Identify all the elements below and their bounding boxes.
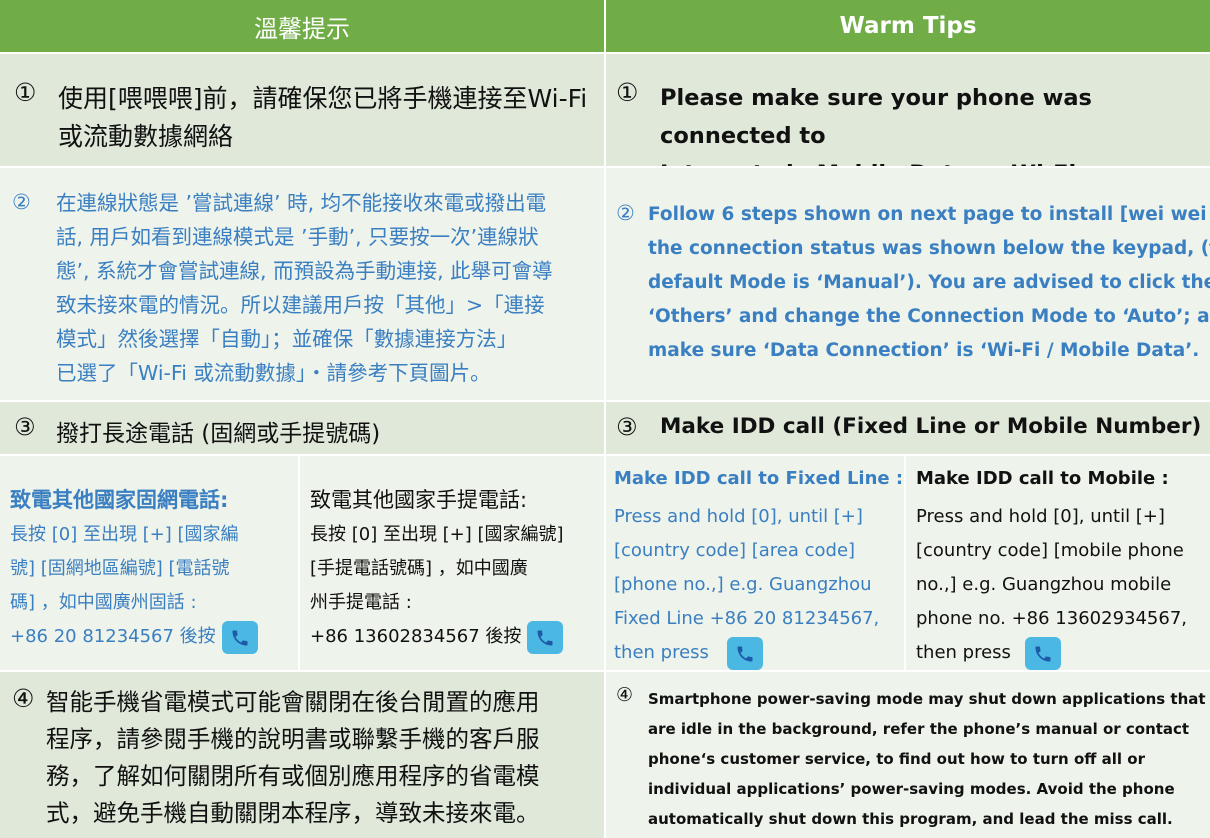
tip2-en-line: default Mode is ‘Manual’). You are advis… [648, 272, 1210, 293]
tip3-zh-title: 撥打長途電話 (固網或手提號碼) [56, 421, 381, 447]
tip1-en-line2: Internet via Mobile Data or Wi-Fi [660, 155, 1208, 166]
tip3-en-fixed-last: then press [614, 642, 709, 663]
header-en: Warm Tips [606, 0, 1210, 52]
tip3-en-fixed-line: Fixed Line +86 20 81234567, [614, 608, 880, 629]
tip2-zh-line: 模式」然後選擇「自動」；並確保「數據連接方法」 [56, 327, 518, 351]
tip2-zh-line: 話, 用戶如看到連線模式是 ’手動’, 只要按一次’連線狀 [56, 225, 539, 249]
tip3-en-title-cell: ③ Make IDD call (Fixed Line or Mobile Nu… [606, 402, 1210, 454]
tip3-zh-mobile-line: 長按 [0] 至出現 [+] [國家編號] [310, 524, 564, 545]
tip4-en-line: are idle in the background, refer the ph… [648, 720, 1190, 738]
phone-call-icon [1024, 636, 1061, 670]
tip4-en-line: Smartphone power-saving mode may shut do… [648, 690, 1206, 708]
phone-call-icon [527, 620, 564, 654]
tip2-en-number: ② [616, 201, 635, 225]
tip3-zh-mobile-line: 州手提電話 : [310, 592, 412, 613]
tip2-en: ② Follow 6 steps shown on next page to i… [606, 168, 1210, 400]
tip3-en-mobile-title: Make IDD call to Mobile : [916, 468, 1169, 489]
tip4-zh-number: ④ [12, 684, 35, 713]
tip4-en: ④ Smartphone power-saving mode may shut … [606, 672, 1210, 838]
tip3-en-mobile-line: [country code] [mobile phone [916, 540, 1184, 561]
tip3-en-fixed: Make IDD call to Fixed Line : Press and … [606, 456, 904, 670]
tip1-zh-line2: 或流動數據網絡 [58, 122, 234, 151]
tip3-en-fixed-line: [country code] [area code] [614, 540, 856, 561]
tip2-zh-line: 在連線狀態是 ’嘗試連線’ 時, 均不能接收來電或撥出電 [56, 191, 547, 215]
warm-tips-table: 溫馨提示 Warm Tips ① 使用[喂喂喂]前，請確保您已將手機連接至Wi-… [0, 0, 1210, 838]
header-zh: 溫馨提示 [0, 0, 604, 52]
tip3-en-mobile-line: Press and hold [0], until [+] [916, 506, 1165, 527]
tip1-zh-number: ① [14, 78, 37, 107]
tip3-en-fixed-line: [phone no.,] e.g. Guangzhou [614, 574, 872, 595]
tip3-en-mobile-line: no.,] e.g. Guangzhou mobile [916, 574, 1172, 595]
tip3-zh-mobile-title: 致電其他國家手提電話: [310, 488, 528, 512]
tip3-zh-mobile: 致電其他國家手提電話: 長按 [0] 至出現 [+] [國家編號] [手提電話號… [300, 456, 604, 670]
tip2-zh-line: 致未接來電的情況。所以建議用戶按「其他」>「連接 [56, 293, 545, 317]
tip3-zh-fixed-title: 致電其他國家固網電話: [10, 488, 229, 512]
tip2-zh-line: 態’, 系統才會嘗試連線, 而預設為手動連接, 此舉可會導 [56, 259, 553, 283]
tip1-en-line1: Please make sure your phone was connecte… [660, 85, 1092, 149]
tip2-zh-line: 已選了「Wi-Fi 或流動數據」・請參考下頁圖片。 [56, 361, 491, 385]
tip3-en-fixed-line: Press and hold [0], until [+] [614, 506, 863, 527]
tip2-zh-number: ② [12, 190, 31, 214]
tip3-en-number: ③ [616, 413, 638, 441]
tip3-zh-fixed: 致電其他國家固網電話: 長按 [0] 至出現 [+] [國家編 號] [固網地區… [0, 456, 298, 670]
tip1-zh-line1: 使用[喂喂喂]前，請確保您已將手機連接至Wi-Fi [58, 84, 588, 113]
tip3-en-fixed-title: Make IDD call to Fixed Line : [614, 468, 904, 489]
tip4-zh-line: 務，了解如何關閉所有或個別應用程序的省電模 [46, 762, 540, 790]
tip4-en-number: ④ [616, 684, 634, 706]
tip2-en-line: make sure ‘Data Connection’ is ‘Wi-Fi / … [648, 340, 1200, 361]
tip1-zh: ① 使用[喂喂喂]前，請確保您已將手機連接至Wi-Fi 或流動數據網絡 [0, 54, 604, 166]
tip3-zh-title-cell: ③ 撥打長途電話 (固網或手提號碼) [0, 402, 604, 454]
tip3-zh-mobile-line: [手提電話號碼] ，如中國廣 [310, 558, 528, 579]
tip3-zh-number: ③ [14, 413, 36, 441]
tip2-en-line: ‘Others’ and change the Connection Mode … [648, 306, 1210, 327]
phone-call-icon [221, 620, 258, 654]
tip2-zh: ② 在連線狀態是 ’嘗試連線’ 時, 均不能接收來電或撥出電 話, 用戶如看到連… [0, 168, 604, 400]
tip4-zh: ④ 智能手機省電模式可能會關閉在後台閒置的應用 程序，請參閱手機的說明書或聯繫手… [0, 672, 604, 838]
tip4-en-line: phone‘s customer service, to find out ho… [648, 750, 1145, 768]
tip4-en-line: automatically shut down this program, an… [648, 810, 1173, 828]
tip3-zh-fixed-line: 長按 [0] 至出現 [+] [國家編 [10, 524, 239, 545]
tip2-en-line: Follow 6 steps shown on next page to ins… [648, 204, 1210, 225]
tip4-zh-line: 式，避免手機自動關閉本程序，導致未接來電。 [46, 799, 540, 827]
tip3-en-mobile-last: then press [916, 642, 1011, 663]
tip1-en: ① Please make sure your phone was connec… [606, 54, 1210, 166]
tip2-en-line: the connection status was shown below th… [648, 238, 1210, 259]
phone-call-icon [726, 636, 763, 670]
tip4-en-line: individual applications’ power-saving mo… [648, 780, 1175, 798]
tip3-zh-fixed-last: +86 20 81234567 後按 [10, 626, 216, 647]
tip3-zh-fixed-line: 碼] ，如中國廣州固話 : [10, 592, 197, 613]
tip3-en-mobile-line: phone no. +86 13602934567, [916, 608, 1188, 629]
tip4-zh-line: 程序，請參閱手機的說明書或聯繫手機的客戶服 [46, 725, 540, 753]
tip3-zh-fixed-line: 號] [固網地區編號] [電話號 [10, 558, 230, 579]
tip1-en-number: ① [616, 78, 639, 107]
tip3-en-mobile: Make IDD call to Mobile : Press and hold… [906, 456, 1210, 670]
tip3-zh-mobile-last: +86 13602834567 後按 [310, 626, 522, 647]
tip4-zh-line: 智能手機省電模式可能會關閉在後台閒置的應用 [46, 688, 540, 716]
tip3-en-title: Make IDD call (Fixed Line or Mobile Numb… [660, 414, 1202, 439]
